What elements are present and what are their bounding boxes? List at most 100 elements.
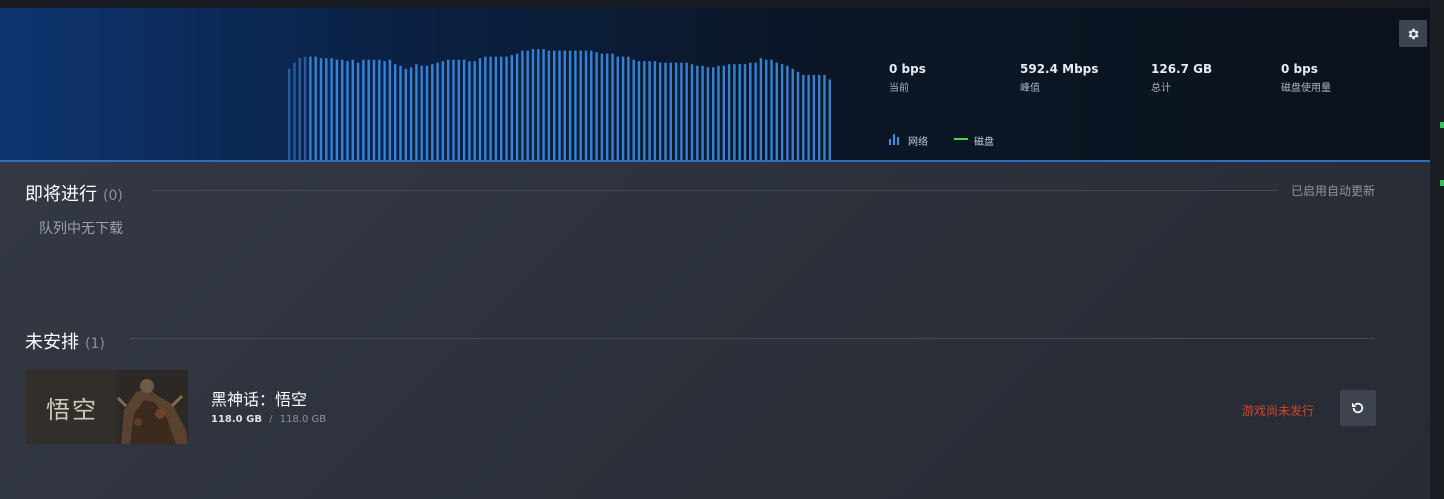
bandwidth-bar [293,62,296,160]
restore-icon [1352,402,1364,414]
auto-update-status[interactable]: 已启用自动更新 [1291,182,1375,199]
bandwidth-bar [394,64,397,160]
bandwidth-bar [441,61,445,160]
bandwidth-bar [733,64,736,160]
bandwidth-bar [643,61,646,160]
bandwidth-bar [738,64,741,160]
edge-indicator [1440,180,1444,186]
stat-value: 126.7 GB [1151,62,1213,76]
bandwidth-bar [621,56,625,160]
bandwidth-bar [494,56,498,160]
bandwidth-bar [669,62,672,160]
bandwidth-bar [791,68,794,160]
bandwidth-bar [404,68,407,160]
bandwidth-bar [727,64,731,160]
unscheduled-section-title: 未安排 (1) [25,328,105,354]
bandwidth-bar [775,62,778,160]
window-top-strip [0,0,1444,8]
bandwidth-bar [473,61,476,160]
bandwidth-bar [823,74,826,160]
game-thumbnail[interactable]: 悟空 [26,370,188,444]
bandwidth-bar [383,61,386,160]
bandwidth-bar [786,65,789,160]
bandwidth-bar [447,59,450,160]
bandwidth-bar [712,67,715,160]
bandwidth-bar [680,62,683,160]
bandwidth-bar [706,67,710,160]
bandwidth-bar [584,50,588,160]
stat-value: 0 bps [889,62,926,76]
bandwidth-bar [749,62,752,160]
upcoming-section-title: 即将进行 (0) [25,180,123,206]
release-status: 游戏尚未发行 [1241,404,1314,418]
bandwidth-bar [531,49,535,160]
bandwidth-bar [685,62,688,160]
disk-line-icon [954,138,968,140]
thumb-title-text: 悟空 [46,396,98,424]
bandwidth-bar [415,64,418,160]
bandwidth-bar [335,59,339,160]
settings-button[interactable] [1399,20,1427,47]
bandwidth-bar [362,59,365,160]
bandwidth-bar [510,55,513,160]
bandwidth-bar [547,50,551,160]
bandwidth-bar [648,61,651,160]
download-item[interactable]: 悟空 黑神话：悟空 118.0 GB / 118.0 GB 游戏尚未发行 [26,370,1376,446]
download-stats-header: 0 bps 当前 592.4 Mbps 峰值 126.7 GB 总计 0 bps… [0,8,1430,162]
bandwidth-bar [399,65,402,160]
legend-label: 磁盘 [974,137,994,148]
bandwidth-bar [452,59,455,160]
bandwidth-bar [611,53,614,160]
bandwidth-bar [303,56,307,160]
bandwidth-bar [420,65,423,160]
bandwidth-bar [436,62,439,160]
bandwidth-bar [378,59,381,160]
bandwidth-bar [627,56,630,160]
stat-label: 峰值 [1020,83,1040,94]
section-count: (0) [103,188,123,204]
bandwidth-bar [780,64,784,160]
bandwidth-bar [372,59,376,160]
section-divider [152,190,1277,191]
bandwidth-bar [590,50,593,160]
game-title[interactable]: 黑神话：悟空 [211,386,307,410]
bandwidth-bar [346,61,349,160]
bandwidth-bar [330,58,333,160]
stat-disk-usage: 0 bps 磁盘使用量 [1281,62,1411,94]
empty-queue-text: 队列中无下载 [39,221,123,237]
bandwidth-bar [351,59,354,160]
bandwidth-bar [505,56,508,160]
section-title-text: 未安排 [25,332,79,353]
window-right-edge [1430,0,1444,499]
bandwidth-bar [579,50,582,160]
bandwidth-bar [468,61,471,160]
bandwidth-bar [489,56,492,160]
bandwidth-bar [743,64,747,160]
bandwidth-bar [457,59,460,160]
bandwidth-bar [563,50,566,160]
restore-button[interactable] [1340,390,1376,426]
section-count: (1) [85,336,105,352]
stat-value: 0 bps [1281,62,1318,76]
bandwidth-bar [356,62,360,160]
stat-peak: 592.4 Mbps 峰值 [1020,62,1150,94]
bandwidth-bar [425,65,429,160]
bandwidth-bar [818,74,821,160]
stat-current: 0 bps 当前 [889,62,1019,94]
bandwidth-bar [664,62,667,160]
bandwidth-bar [568,50,572,160]
bandwidth-bar [521,50,524,160]
bandwidth-bar [558,50,561,160]
bandwidth-bar [500,56,503,160]
bandwidth-bar [802,74,805,160]
bandwidth-bar [754,62,757,160]
bandwidth-bar [765,59,768,160]
bandwidth-bar [637,61,641,160]
network-bars-icon [889,134,901,145]
bandwidth-bar [319,58,323,160]
bandwidth-bar [341,59,344,160]
bandwidth-bar [696,65,699,160]
bandwidth-bar [367,59,370,160]
bandwidth-bar [616,56,619,160]
bandwidth-bar [807,74,810,160]
